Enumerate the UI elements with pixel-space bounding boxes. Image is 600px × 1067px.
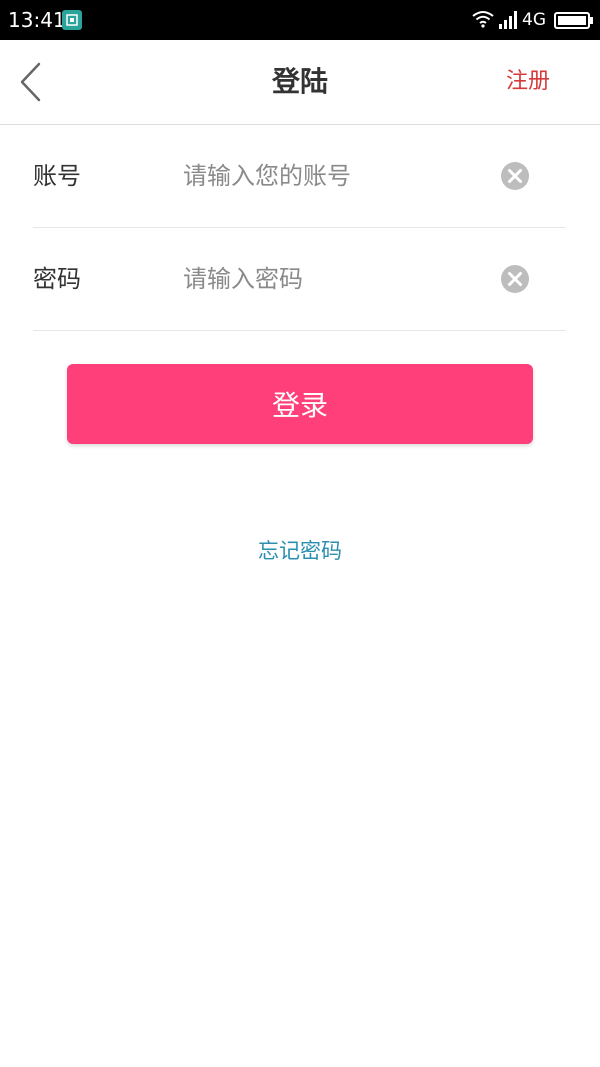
password-row: 密码 — [33, 228, 566, 331]
clear-icon — [501, 265, 529, 293]
account-clear-button[interactable] — [500, 161, 530, 191]
battery-icon — [554, 12, 594, 33]
account-row: 账号 — [33, 125, 566, 228]
clear-icon — [501, 162, 529, 190]
password-clear-button[interactable] — [500, 264, 530, 294]
forgot-password-link[interactable]: 忘记密码 — [0, 537, 600, 565]
nav-bar: 登陆 注册 — [0, 40, 600, 125]
login-button[interactable]: 登录 — [67, 364, 533, 444]
network-type: 4G — [522, 10, 546, 30]
account-input[interactable] — [183, 158, 483, 194]
signal-icon — [499, 11, 519, 33]
screenshot-icon — [62, 10, 82, 30]
wifi-icon — [472, 10, 494, 32]
status-time: 13:41 — [8, 8, 66, 32]
account-label: 账号 — [33, 162, 81, 190]
password-input[interactable] — [183, 261, 483, 297]
password-label: 密码 — [33, 265, 81, 293]
register-link[interactable]: 注册 — [506, 67, 550, 97]
status-bar: 13:41 4G — [0, 0, 600, 40]
